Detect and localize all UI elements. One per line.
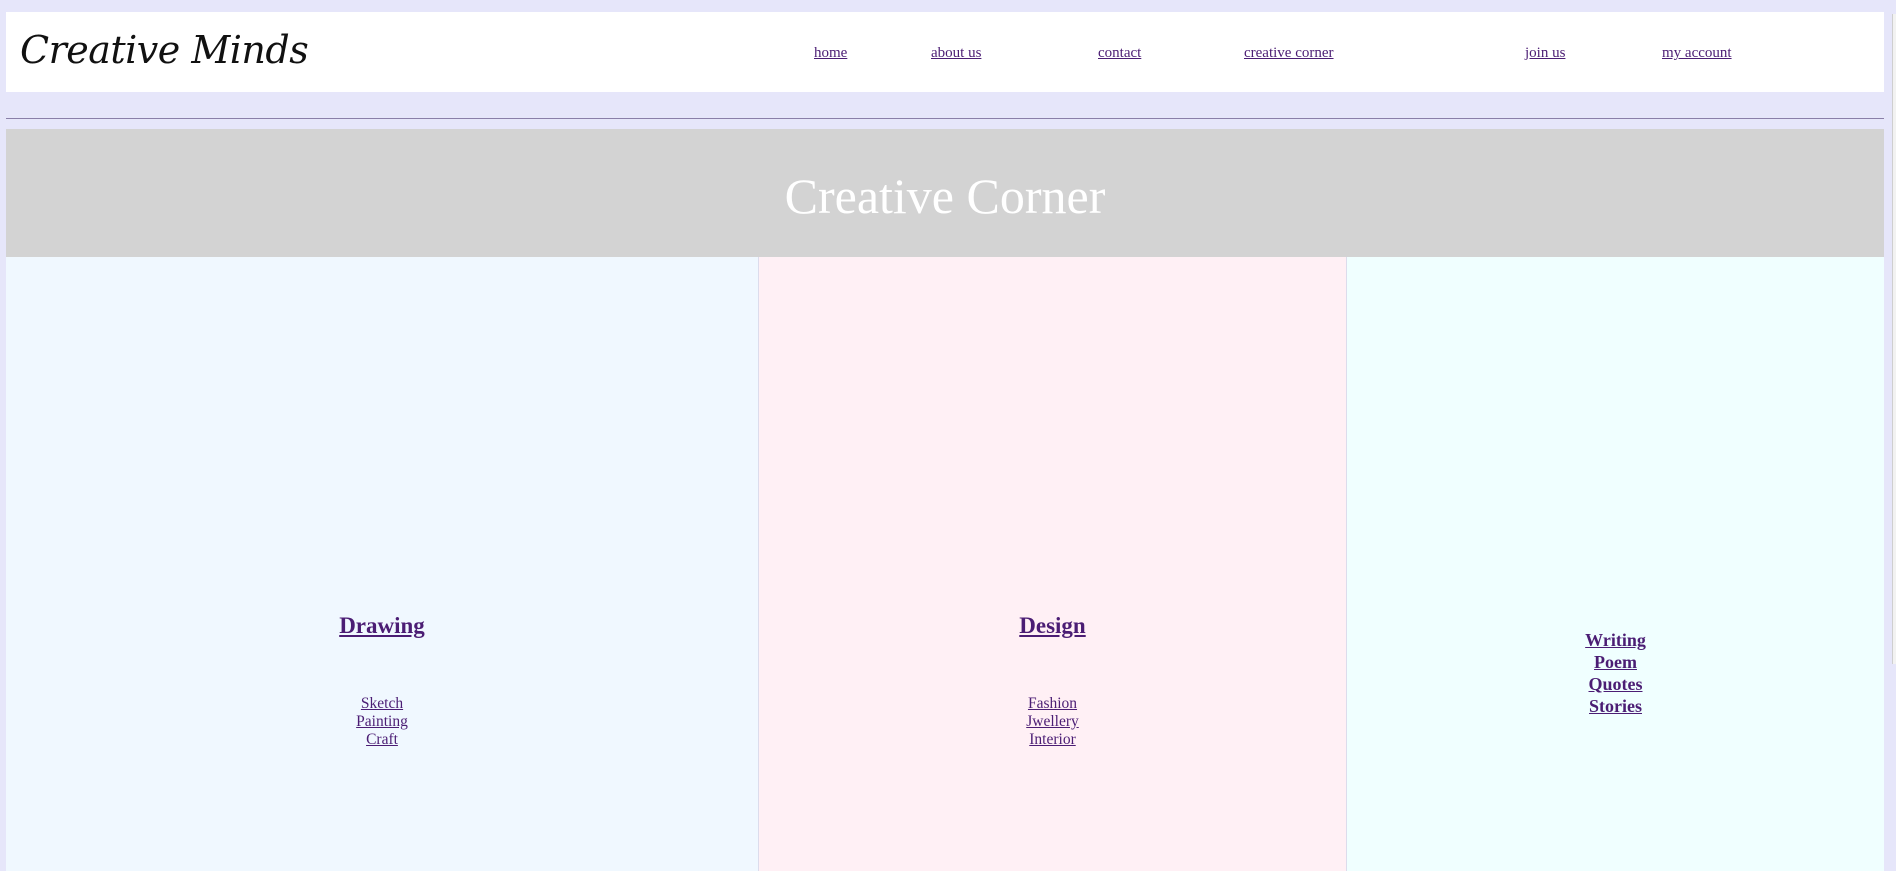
- link-sketch[interactable]: Sketch: [361, 695, 403, 713]
- design-heading-link[interactable]: Design: [1019, 613, 1085, 638]
- page-banner: Creative Corner: [6, 129, 1884, 257]
- header-divider: [6, 118, 1884, 119]
- writing-column: Writing Poem Quotes Stories: [1347, 257, 1884, 871]
- link-poem[interactable]: Poem: [1594, 651, 1637, 673]
- link-craft[interactable]: Craft: [366, 731, 398, 749]
- link-quotes[interactable]: Quotes: [1589, 673, 1643, 695]
- link-stories[interactable]: Stories: [1589, 695, 1642, 717]
- design-heading: Design: [759, 612, 1346, 640]
- drawing-column: Drawing Sketch Painting Craft: [6, 257, 759, 871]
- page-title: Creative Corner: [784, 168, 1106, 224]
- link-writing[interactable]: Writing: [1585, 629, 1646, 651]
- nav-link-home[interactable]: home: [814, 45, 847, 62]
- writing-links: Writing Poem Quotes Stories: [1347, 629, 1884, 717]
- nav-link-contact[interactable]: contact: [1098, 45, 1141, 62]
- nav-link-my-account[interactable]: my account: [1662, 45, 1732, 62]
- site-header: Creative Minds home about us contact cre…: [6, 12, 1884, 92]
- drawing-heading: Drawing: [6, 612, 758, 640]
- nav-link-creative-corner[interactable]: creative corner: [1244, 45, 1334, 62]
- link-interior[interactable]: Interior: [1029, 731, 1075, 749]
- link-jwellery[interactable]: Jwellery: [1026, 713, 1079, 731]
- nav-link-join-us[interactable]: join us: [1525, 45, 1565, 62]
- site-logo[interactable]: Creative Minds: [20, 28, 309, 72]
- drawing-links: Sketch Painting Craft: [6, 695, 758, 749]
- design-links: Fashion Jwellery Interior: [759, 695, 1346, 749]
- design-column: Design Fashion Jwellery Interior: [759, 257, 1347, 871]
- nav-link-about-us[interactable]: about us: [931, 45, 981, 62]
- link-painting[interactable]: Painting: [356, 713, 408, 731]
- link-fashion[interactable]: Fashion: [1028, 695, 1077, 713]
- drawing-heading-link[interactable]: Drawing: [339, 613, 425, 638]
- page-scrollbar[interactable]: [1892, 14, 1896, 664]
